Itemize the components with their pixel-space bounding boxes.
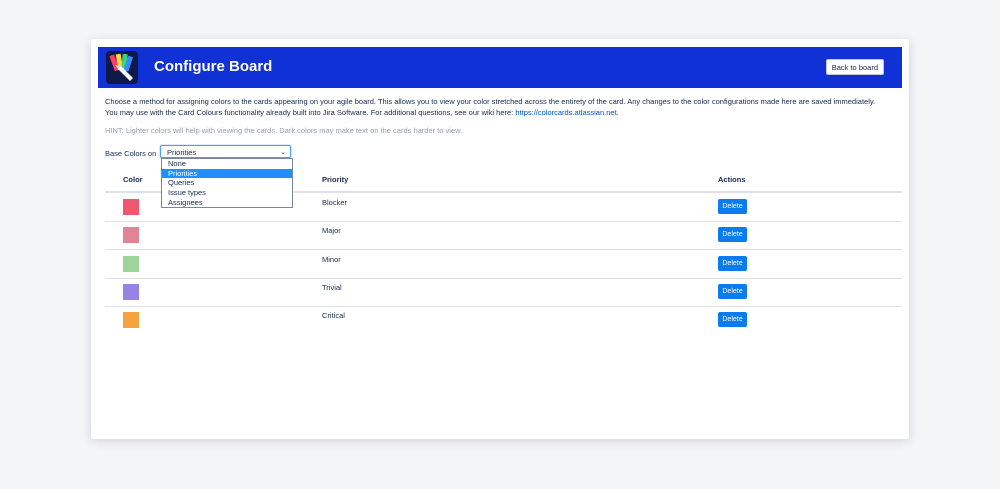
- base-colors-label: Base Colors on: [105, 149, 157, 158]
- table-row: Critical Delete: [105, 306, 902, 334]
- color-swatch[interactable]: [123, 312, 139, 328]
- column-header-actions: Actions: [718, 175, 746, 184]
- priority-label: Critical: [322, 311, 345, 320]
- column-header-priority: Priority: [322, 175, 349, 184]
- back-to-board-button[interactable]: Back to board: [825, 59, 884, 75]
- color-swatch[interactable]: [123, 227, 139, 243]
- delete-button[interactable]: Delete: [718, 312, 747, 327]
- column-header-color: Color: [123, 175, 143, 184]
- base-colors-dropdown: None Priorities Queries Issue types Assi…: [161, 158, 293, 208]
- delete-button[interactable]: Delete: [718, 199, 747, 214]
- color-swatch[interactable]: [123, 199, 139, 215]
- color-swatch[interactable]: [123, 284, 139, 300]
- description: Choose a method for assigning colors to …: [105, 96, 905, 118]
- option-issue-types[interactable]: Issue types: [162, 188, 292, 198]
- option-queries[interactable]: Queries: [162, 178, 292, 188]
- description-line-2: You may use with the Card Colours functi…: [105, 107, 905, 118]
- paint-brush-logo-icon: [106, 51, 138, 84]
- configure-board-panel: Configure Board Back to board Choose a m…: [91, 39, 909, 439]
- priority-label: Trivial: [322, 283, 342, 292]
- priority-label: Minor: [322, 255, 341, 264]
- table-row: Major Delete: [105, 221, 902, 250]
- table-row: Trivial Delete: [105, 278, 902, 307]
- priority-label: Major: [322, 226, 341, 235]
- color-swatch[interactable]: [123, 256, 139, 272]
- base-colors-select[interactable]: Priorities ⌄: [160, 145, 291, 158]
- table-row: Minor Delete: [105, 250, 902, 279]
- option-assignees[interactable]: Assignees: [162, 198, 292, 208]
- header-banner: Configure Board Back to board: [98, 47, 902, 88]
- description-period: .: [616, 108, 619, 117]
- delete-button[interactable]: Delete: [718, 284, 747, 299]
- description-line-1: Choose a method for assigning colors to …: [105, 97, 876, 106]
- delete-button[interactable]: Delete: [718, 256, 747, 271]
- wiki-link[interactable]: https://colorcards.atlassian.net: [515, 108, 616, 117]
- page-title: Configure Board: [154, 58, 273, 75]
- priority-label: Blocker: [322, 198, 348, 207]
- description-text: You may use with the Card Colours functi…: [105, 108, 516, 117]
- hint-text: HINT: Lighter colors will help with view…: [105, 126, 463, 135]
- option-priorities[interactable]: Priorities: [162, 168, 292, 179]
- option-none[interactable]: None: [162, 159, 292, 169]
- select-value: Priorities: [167, 148, 197, 157]
- delete-button[interactable]: Delete: [718, 227, 747, 242]
